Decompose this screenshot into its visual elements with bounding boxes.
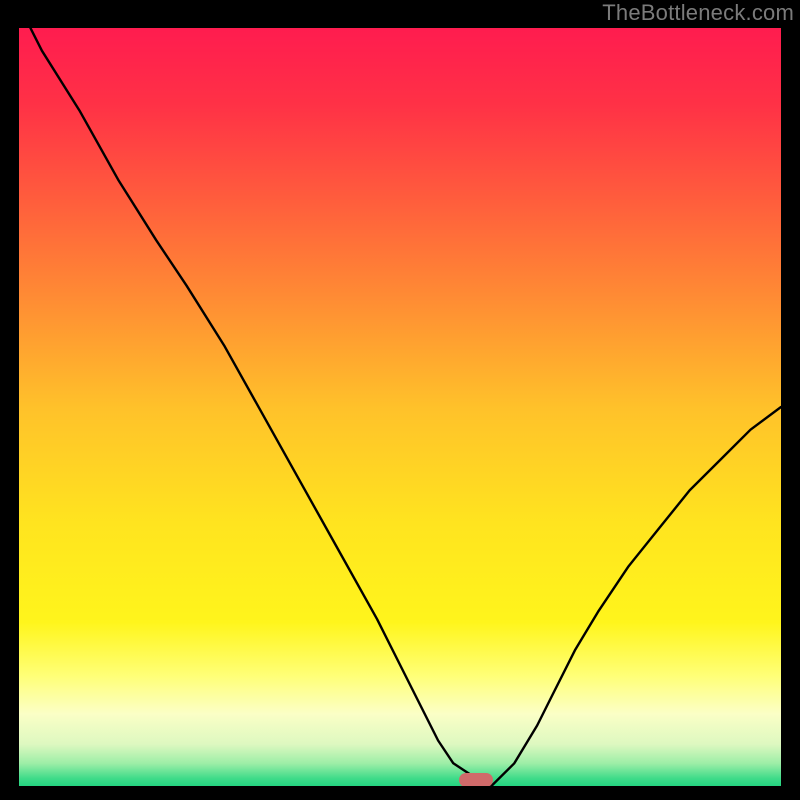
bottleneck-curve xyxy=(19,28,781,786)
plot-area xyxy=(19,28,781,786)
optimal-point-marker xyxy=(459,773,493,786)
chart-container: TheBottleneck.com xyxy=(0,0,800,800)
attribution-label: TheBottleneck.com xyxy=(602,0,794,26)
